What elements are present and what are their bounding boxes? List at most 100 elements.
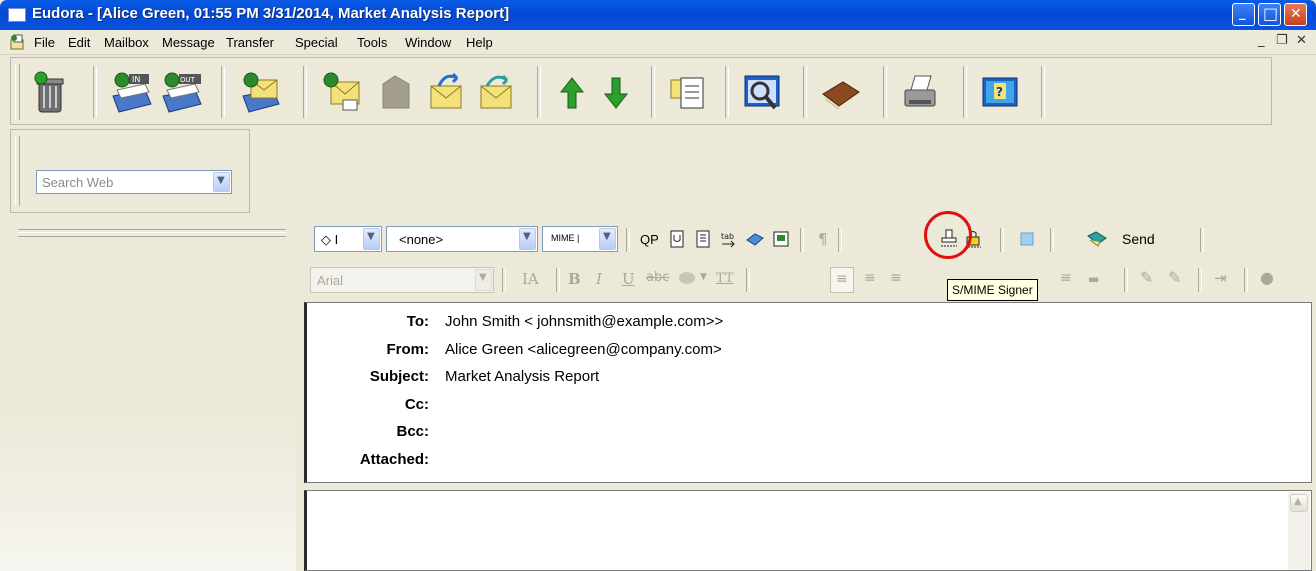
address-book-icon[interactable] <box>817 70 863 116</box>
search-dropdown-button[interactable]: ▼ <box>213 172 230 192</box>
header-row-bcc: Bcc: <box>307 423 1307 445</box>
window-titlebar[interactable]: Eudora - [Alice Green, 01:55 PM 3/31/201… <box>0 0 1316 30</box>
maximize-button[interactable]: □ <box>1258 3 1281 26</box>
toolbar-grip[interactable] <box>15 136 20 206</box>
bcc-field[interactable] <box>445 423 945 443</box>
search-web-input[interactable]: Search Web ▼ <box>36 170 232 194</box>
menu-help[interactable]: Help <box>466 35 493 50</box>
window-title: Eudora - [Alice Green, 01:55 PM 3/31/201… <box>32 5 510 22</box>
strikethrough-icon[interactable]: abc <box>646 270 669 285</box>
horizontal-rule-icon[interactable]: ▬ <box>1088 272 1099 286</box>
menu-special[interactable]: Special <box>295 35 338 50</box>
toolbar-grip[interactable] <box>15 64 20 120</box>
toolbar-separator <box>1200 228 1204 252</box>
close-button[interactable]: ✕ <box>1284 3 1307 26</box>
menu-edit[interactable]: Edit <box>68 35 90 50</box>
encoding-dropdown-button[interactable]: ▼ <box>599 228 616 250</box>
tabs-in-body-icon[interactable]: tab <box>718 228 740 250</box>
trash-icon[interactable] <box>27 70 73 116</box>
underline-icon[interactable]: U <box>622 270 635 288</box>
text-size-icon[interactable]: ⅠA <box>522 270 539 288</box>
return-receipt-icon[interactable] <box>770 228 792 250</box>
send-icon[interactable] <box>1086 228 1108 250</box>
find-icon[interactable] <box>739 70 785 116</box>
message-headers: To: John Smith < johnsmith@example.com>>… <box>304 302 1312 483</box>
compose-window-icon[interactable] <box>10 34 26 50</box>
attach-file-icon[interactable] <box>665 70 711 116</box>
toolbar-grip[interactable] <box>18 229 286 237</box>
redirect-icon[interactable] <box>473 70 519 116</box>
mdi-minimize-button[interactable]: _ <box>1258 33 1265 48</box>
signature-dropdown-button[interactable]: ▼ <box>519 228 536 250</box>
menu-mailbox[interactable]: Mailbox <box>104 35 149 50</box>
font-dropdown-button[interactable]: ▼ <box>475 269 492 291</box>
mdi-restore-button[interactable]: ❐ <box>1276 33 1288 48</box>
insert-object-icon[interactable]: ⇥ <box>1214 269 1227 287</box>
svg-text:OUT: OUT <box>180 76 196 84</box>
toolbar-separator <box>1198 268 1202 292</box>
menu-message[interactable]: Message <box>162 35 215 50</box>
toolbar-separator <box>883 66 887 118</box>
priority-select[interactable]: ◇ I ▼ <box>314 226 382 252</box>
toolbar-separator <box>651 66 655 118</box>
attached-field[interactable] <box>445 451 945 471</box>
attached-label: Attached: <box>359 451 429 468</box>
check-mail-in-icon[interactable]: IN <box>109 70 155 116</box>
print-icon[interactable] <box>897 70 943 116</box>
toolbar-separator <box>1124 268 1128 292</box>
toolbar-separator <box>803 66 807 118</box>
italic-icon[interactable]: I <box>596 270 602 288</box>
encoding-select[interactable]: MIME | ▼ <box>542 226 618 252</box>
menu-window[interactable]: Window <box>405 35 451 50</box>
font-select[interactable]: Arial ▼ <box>310 267 494 293</box>
menu-tools[interactable]: Tools <box>357 35 387 50</box>
cc-field[interactable] <box>445 396 945 416</box>
scroll-up-button[interactable]: ▲ <box>1290 494 1308 512</box>
keep-copy-icon[interactable] <box>744 228 766 250</box>
word-wrap-icon[interactable] <box>692 228 714 250</box>
next-message-icon[interactable] <box>593 70 639 116</box>
from-field[interactable]: Alice Green <alicegreen@company.com> <box>445 341 722 358</box>
toolbar-separator <box>1050 228 1054 252</box>
chevron-down-icon: ▼ <box>217 175 225 186</box>
to-field[interactable]: John Smith < johnsmith@example.com>> <box>445 313 723 330</box>
vertical-scrollbar[interactable]: ▲ <box>1288 492 1310 570</box>
text-as-attachment-icon[interactable] <box>666 228 688 250</box>
emoticon-icon[interactable]: ● <box>1260 268 1274 287</box>
remove-link-icon[interactable]: ✎ <box>1168 268 1181 287</box>
bold-icon[interactable]: B <box>568 270 581 288</box>
teletype-icon[interactable]: TT <box>716 271 734 286</box>
qp-button[interactable]: QP <box>640 232 659 247</box>
chevron-down-icon[interactable]: ▼ <box>700 272 707 282</box>
svg-text:tab: tab <box>721 232 734 241</box>
align-left-button[interactable]: ≡ <box>830 267 854 293</box>
priority-dropdown-button[interactable]: ▼ <box>363 228 380 250</box>
bullet-list-icon[interactable]: ≡ <box>1060 270 1072 286</box>
cc-label: Cc: <box>404 396 429 413</box>
help-icon[interactable]: ? <box>977 70 1023 116</box>
align-center-icon[interactable]: ≡ <box>864 270 876 286</box>
send-button[interactable]: Send <box>1122 231 1155 247</box>
svg-text:?: ? <box>996 85 1003 99</box>
reply-all-icon[interactable] <box>373 70 419 116</box>
subject-field[interactable]: Market Analysis Report <box>445 368 599 385</box>
signature-select[interactable]: <none> ▼ <box>386 226 538 252</box>
toolbar-separator <box>537 66 541 118</box>
spell-check-icon[interactable] <box>1016 228 1038 250</box>
send-queued-out-icon[interactable]: OUT <box>159 70 205 116</box>
mdi-close-button[interactable]: ✕ <box>1296 33 1307 48</box>
message-body-editor[interactable]: ▲ <box>304 490 1312 571</box>
minimize-button[interactable]: _ <box>1232 3 1255 26</box>
menu-transfer[interactable]: Transfer <box>226 35 274 50</box>
toolbar-separator <box>93 66 97 118</box>
forward-icon[interactable] <box>423 70 469 116</box>
insert-link-icon[interactable]: ✎ <box>1140 268 1153 287</box>
reply-icon[interactable] <box>321 70 367 116</box>
new-message-icon[interactable] <box>239 70 285 116</box>
show-formatting-icon[interactable]: ¶ <box>818 230 828 248</box>
menu-bar: File Edit Mailbox Message Transfer Speci… <box>0 30 1316 55</box>
previous-message-icon[interactable] <box>549 70 595 116</box>
align-right-icon[interactable]: ≡ <box>890 270 902 286</box>
text-color-icon[interactable] <box>676 268 698 290</box>
menu-file[interactable]: File <box>34 35 55 50</box>
